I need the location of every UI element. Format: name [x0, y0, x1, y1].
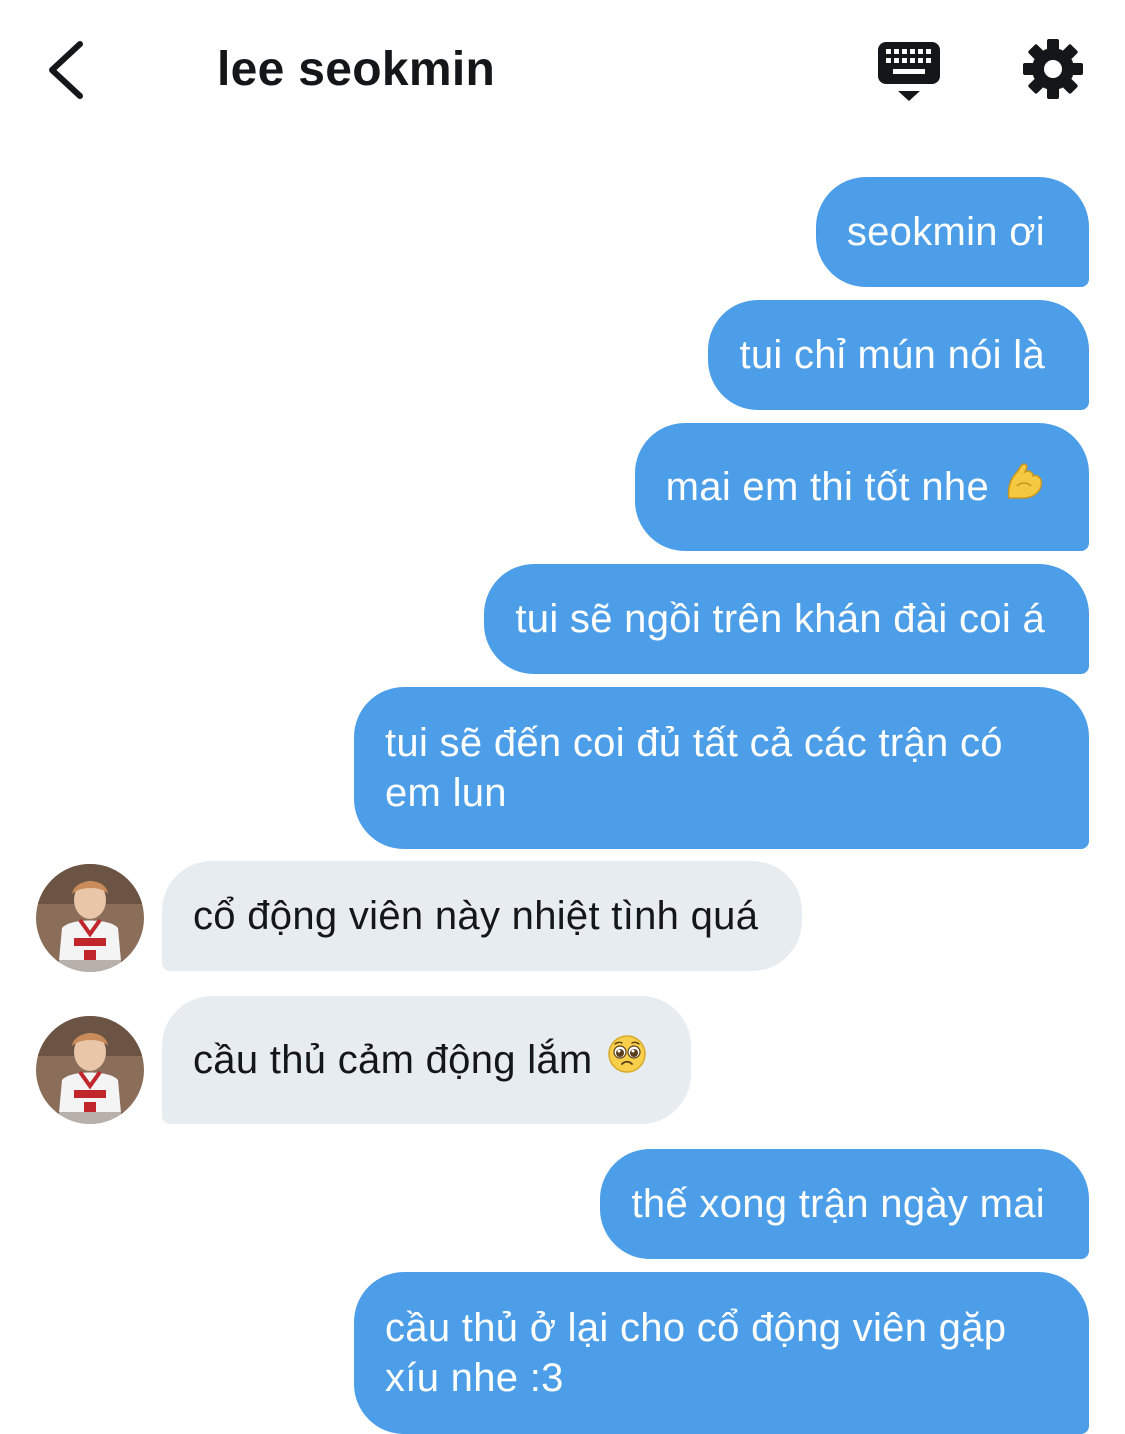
outgoing-message[interactable]: cầu thủ ở lại cho cổ động viên gặp xíu n… [354, 1272, 1089, 1434]
message-text: tui chỉ mún nói là [739, 333, 1045, 377]
outgoing-message[interactable]: tui chỉ mún nói là [708, 300, 1089, 410]
settings-button[interactable] [1022, 38, 1084, 100]
back-button[interactable] [40, 38, 96, 102]
message-text: seokmin ơi [846, 210, 1045, 254]
incoming-message[interactable]: cầu thủ cảm động lắm [162, 996, 691, 1124]
conversation-header: lee seokmin [0, 0, 1125, 140]
outgoing-message[interactable]: thế xong trận ngày mai [600, 1149, 1089, 1259]
avatar[interactable] [36, 1016, 144, 1124]
outgoing-message[interactable]: tui sẽ ngồi trên khán đài coi á [484, 564, 1089, 674]
message-text: cổ động viên này nhiệt tình quá [193, 894, 759, 938]
outgoing-message[interactable]: seokmin ơi [815, 177, 1089, 287]
message-text: tui sẽ đến coi đủ tất cả các trận có em … [385, 721, 1003, 815]
avatar-photo [36, 1016, 144, 1124]
avatar[interactable] [36, 864, 144, 972]
message-text: mai em thi tốt nhe [665, 465, 989, 509]
message-text: cầu thủ cảm động lắm [193, 1038, 593, 1082]
chevron-left-icon [49, 41, 83, 99]
dm-conversation-screen: lee seokmin seokmin ơi tui chỉ mún nói l… [0, 0, 1125, 1434]
flexed-biceps-emoji [1003, 460, 1045, 514]
message-text: thế xong trận ngày mai [631, 1182, 1045, 1226]
keyboard-icon [878, 42, 940, 101]
conversation-title: lee seokmin [217, 43, 496, 96]
avatar-photo [36, 864, 144, 972]
message-text: cầu thủ ở lại cho cổ động viên gặp xíu n… [385, 1306, 1007, 1400]
incoming-message[interactable]: cổ động viên này nhiệt tình quá [162, 861, 803, 971]
gear-icon [1023, 39, 1083, 99]
message-text: tui sẽ ngồi trên khán đài coi á [515, 597, 1045, 641]
outgoing-message[interactable]: tui sẽ đến coi đủ tất cả các trận có em … [354, 687, 1089, 849]
outgoing-message[interactable]: mai em thi tốt nhe [634, 423, 1089, 551]
keyboard-button[interactable] [876, 40, 942, 104]
pleading-face-emoji [607, 1034, 647, 1086]
